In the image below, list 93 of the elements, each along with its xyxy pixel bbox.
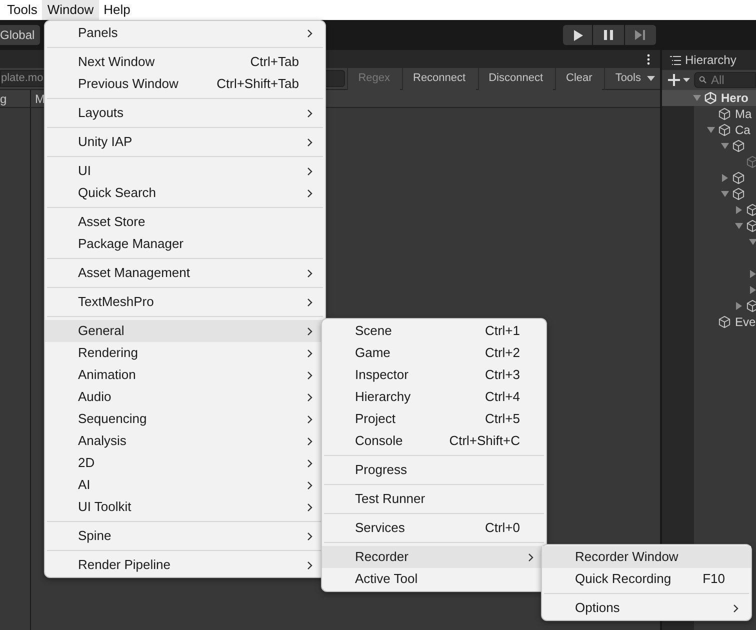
play-button[interactable]	[563, 25, 592, 45]
cube-icon	[746, 204, 756, 216]
step-icon	[635, 30, 646, 40]
collapse-arrow-icon[interactable]	[735, 206, 743, 214]
object-name: Hero	[721, 90, 748, 107]
column-header: g	[0, 90, 31, 107]
menu-item[interactable]: Previous Window Ctrl+Shift+Tab	[45, 73, 325, 95]
expand-arrow-icon[interactable]	[721, 142, 729, 150]
cube-icon	[718, 316, 731, 328]
menu-item[interactable]: Render Pipeline	[45, 554, 325, 576]
menu-item[interactable]: UI	[45, 160, 325, 182]
cube-icon	[718, 124, 731, 136]
menu-item[interactable]: Console Ctrl+Shift+C	[322, 430, 546, 452]
menu-bar-item[interactable]: Tools	[2, 0, 42, 20]
menu-item[interactable]: Asset Store	[45, 211, 325, 233]
shortcut-label: Ctrl+5	[484, 410, 520, 428]
menu-item[interactable]: Audio	[45, 386, 325, 408]
cube-icon	[746, 300, 756, 312]
menu-item[interactable]: Package Manager	[45, 233, 325, 255]
toolbar-button[interactable]: Clear	[555, 68, 602, 90]
shortcut-label: Ctrl+4	[484, 388, 520, 406]
menu-bar-item[interactable]: Window	[42, 0, 99, 20]
menu-item[interactable]: Next Window Ctrl+Tab	[45, 51, 325, 73]
unity-scene-icon	[704, 92, 717, 104]
global-button[interactable]: Global	[0, 25, 40, 45]
expand-arrow-icon[interactable]	[707, 126, 715, 134]
shortcut-label: Ctrl+Shift+C	[449, 432, 520, 450]
cube-icon	[732, 140, 745, 152]
menu-item[interactable]: Unity IAP	[45, 131, 325, 153]
object-name: Ma	[735, 106, 752, 123]
menu-item[interactable]: Quick Search	[45, 182, 325, 204]
menu-item[interactable]: Animation	[45, 364, 325, 386]
cube-icon	[746, 220, 756, 232]
menu-item[interactable]: 2D	[45, 452, 325, 474]
menu-item[interactable]: Services Ctrl+0	[322, 517, 546, 539]
hierarchy-row[interactable]: Ma	[662, 106, 756, 122]
expand-arrow-icon[interactable]	[749, 238, 756, 246]
menu-item[interactable]: Asset Management	[45, 262, 325, 284]
menu-item[interactable]: TextMeshPro	[45, 291, 325, 313]
collapse-arrow-icon[interactable]	[749, 270, 756, 278]
column-header: M	[34, 90, 45, 108]
menu-item[interactable]: Rendering	[45, 342, 325, 364]
menu-item[interactable]: UI Toolkit	[45, 496, 325, 518]
shortcut-label: Ctrl+1	[484, 322, 520, 340]
hierarchy-row[interactable]: Ca	[662, 122, 756, 138]
play-icon	[572, 30, 582, 40]
menu-item[interactable]: Progress	[322, 459, 546, 481]
shortcut-label: Ctrl+Tab	[250, 53, 299, 72]
menu-item[interactable]: Project Ctrl+5	[322, 408, 546, 430]
toolbar-button[interactable]: Disconnect	[478, 68, 554, 90]
menu-item[interactable]: Hierarchy Ctrl+4	[322, 386, 546, 408]
collapse-arrow-icon[interactable]	[749, 286, 756, 294]
expand-arrow-icon[interactable]	[693, 94, 701, 102]
hierarchy-row[interactable]: Eve	[662, 314, 756, 330]
collapse-arrow-icon[interactable]	[735, 302, 743, 310]
menu-item[interactable]: Panels	[45, 22, 325, 44]
shortcut-label: F10	[702, 570, 725, 588]
menu-item[interactable]: General	[45, 320, 325, 342]
expand-arrow-icon[interactable]	[735, 222, 743, 230]
menu-item[interactable]: Quick Recording F10	[542, 568, 751, 590]
menu-item[interactable]: Game Ctrl+2	[322, 342, 546, 364]
panel-title: Hierarchy	[685, 52, 736, 69]
shortcut-label: Ctrl+Shift+Tab	[216, 75, 299, 94]
shortcut-label: Ctrl+0	[484, 519, 520, 538]
menu-item[interactable]: Scene Ctrl+1	[322, 320, 546, 342]
search-icon	[699, 76, 708, 84]
shortcut-label: Ctrl+2	[484, 344, 520, 362]
toolbar-button[interactable]: Reconnect	[402, 68, 476, 90]
object-name: Eve	[735, 314, 756, 331]
collapse-arrow-icon[interactable]	[721, 174, 729, 182]
menu-item[interactable]: Inspector Ctrl+3	[322, 364, 546, 386]
expand-arrow-icon[interactable]	[721, 190, 729, 198]
menu-item[interactable]: Sequencing	[45, 408, 325, 430]
hierarchy-row[interactable]: Hero	[662, 90, 756, 106]
cube-icon	[718, 108, 731, 120]
cube-icon	[732, 172, 745, 184]
pause-button[interactable]	[593, 25, 624, 45]
menu-item[interactable]: Test Runner	[322, 488, 546, 510]
menu-item[interactable]: Recorder Window	[542, 546, 751, 568]
caret-icon	[647, 76, 655, 81]
shortcut-label: Ctrl+3	[484, 366, 520, 384]
cube-icon	[732, 188, 745, 200]
pause-icon	[604, 30, 613, 40]
menu-item[interactable]: Layouts	[45, 102, 325, 124]
menu-item[interactable]: AI	[45, 474, 325, 496]
menu-item[interactable]: Analysis	[45, 430, 325, 452]
menu-item[interactable]: Options	[542, 597, 751, 619]
menu-item[interactable]: Spine	[45, 525, 325, 547]
more-options-icon[interactable]	[647, 54, 650, 64]
list-icon	[670, 56, 681, 64]
add-icon[interactable]	[668, 74, 690, 86]
menu-bar-item[interactable]: Help	[98, 0, 136, 20]
object-name: Ca	[735, 122, 750, 139]
